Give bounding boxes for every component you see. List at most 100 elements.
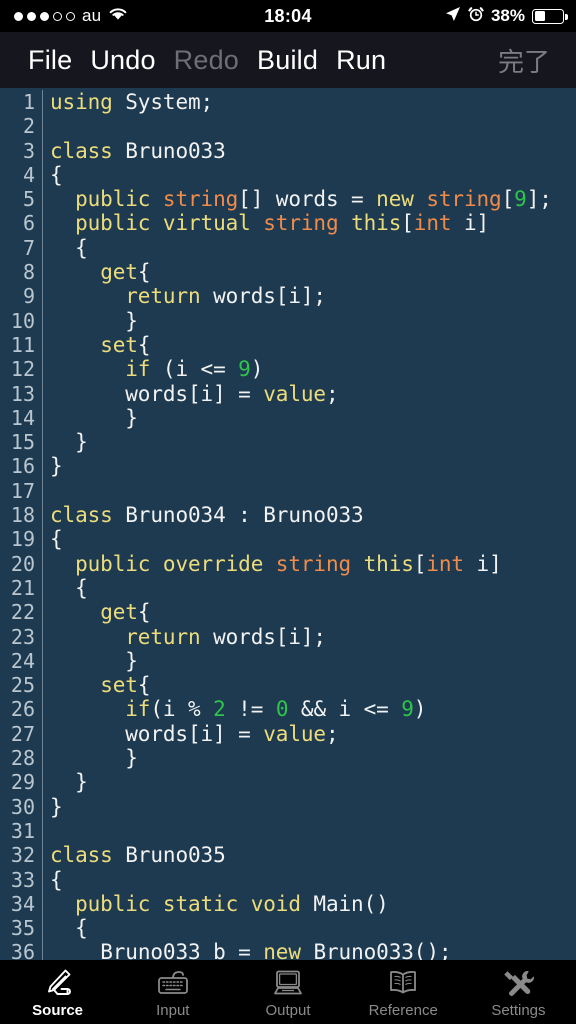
code-text[interactable]: } bbox=[50, 746, 138, 770]
line-number: 34 bbox=[10, 891, 35, 916]
code-line[interactable]: 9 return words[i]; bbox=[0, 284, 576, 309]
code-line[interactable]: 15 } bbox=[0, 430, 576, 455]
code-line[interactable]: 7 { bbox=[0, 235, 576, 261]
code-line[interactable]: 30} bbox=[0, 794, 576, 819]
tab-source[interactable]: Source bbox=[0, 960, 115, 1024]
code-line[interactable]: 28 } bbox=[0, 746, 576, 771]
code-text[interactable]: set{ bbox=[50, 673, 150, 697]
code-text[interactable]: { bbox=[50, 868, 63, 892]
code-text[interactable]: if(i % 2 != 0 && i <= 9) bbox=[50, 697, 426, 721]
code-text[interactable]: } bbox=[50, 795, 63, 819]
code-token: } bbox=[50, 648, 138, 673]
code-text[interactable]: public override string this[int i] bbox=[50, 552, 502, 576]
code-text[interactable]: public string[] words = new string[9]; bbox=[50, 187, 552, 211]
code-line[interactable]: 6 public virtual string this[int i] bbox=[0, 211, 576, 236]
line-number: 33 bbox=[10, 867, 35, 892]
code-line[interactable]: 26 if(i % 2 != 0 && i <= 9) bbox=[0, 697, 576, 722]
code-text[interactable]: class Bruno033 bbox=[50, 139, 226, 163]
code-line[interactable]: 27 words[i] = value; bbox=[0, 721, 576, 747]
code-text[interactable]: } bbox=[50, 770, 88, 794]
done-button[interactable]: 完了 bbox=[498, 42, 550, 79]
code-text[interactable]: if (i <= 9) bbox=[50, 357, 263, 381]
code-text[interactable]: words[i] = value; bbox=[50, 382, 338, 406]
code-text[interactable]: using System; bbox=[50, 90, 213, 114]
code-line[interactable]: 11 set{ bbox=[0, 332, 576, 358]
code-text[interactable]: Bruno033 b = new Bruno033(); bbox=[50, 940, 451, 960]
code-line[interactable]: 36 Bruno033 b = new Bruno033(); bbox=[0, 940, 576, 960]
code-line[interactable]: 10 } bbox=[0, 308, 576, 333]
code-token: set bbox=[100, 673, 138, 698]
code-line[interactable]: 35 { bbox=[0, 916, 576, 941]
code-line[interactable]: 33 { bbox=[0, 867, 576, 892]
code-line[interactable]: 2 bbox=[0, 114, 576, 139]
code-text[interactable]: return words[i]; bbox=[50, 625, 326, 649]
code-text[interactable]: public static void Main() bbox=[50, 892, 389, 916]
tab-output[interactable]: Output bbox=[230, 960, 345, 1024]
code-line[interactable]: 31 bbox=[0, 818, 576, 844]
gutter-rule bbox=[42, 162, 43, 188]
tab-input[interactable]: Input bbox=[115, 960, 230, 1024]
code-line[interactable]: 24 } bbox=[0, 648, 576, 674]
code-line[interactable]: 1 using System; bbox=[0, 90, 576, 115]
code-text[interactable]: return words[i]; bbox=[50, 284, 326, 308]
toolbar-button-file[interactable]: File bbox=[28, 45, 72, 76]
tab-settings[interactable]: Settings bbox=[461, 960, 576, 1024]
code-text[interactable]: { bbox=[50, 527, 63, 551]
code-line[interactable]: 21 { bbox=[0, 575, 576, 601]
code-line[interactable]: 8 get{ bbox=[0, 260, 576, 285]
code-line[interactable]: 13 words[i] = value; bbox=[0, 381, 576, 406]
code-text[interactable]: } bbox=[50, 406, 138, 430]
code-lines[interactable]: 1 using System; 2 3 class Bruno033 4{5 public… bbox=[0, 88, 576, 960]
code-line[interactable]: 20 public override string this[int i] bbox=[0, 551, 576, 576]
toolbar-button-run[interactable]: Run bbox=[336, 45, 386, 76]
code-token: int bbox=[413, 211, 452, 236]
code-line[interactable]: 16} bbox=[0, 454, 576, 479]
tab-label: Source bbox=[32, 1001, 84, 1019]
gutter-rule bbox=[42, 648, 43, 674]
code-line[interactable]: 18 class Bruno034 : Bruno033 bbox=[0, 503, 576, 528]
code-text[interactable]: { bbox=[50, 236, 88, 260]
code-line[interactable]: 23 return words[i]; bbox=[0, 624, 576, 649]
code-line[interactable]: 34 public static void Main() bbox=[0, 891, 576, 917]
code-text[interactable]: { bbox=[50, 163, 63, 187]
code-text[interactable]: class Bruno035 bbox=[50, 843, 226, 867]
gutter-rule bbox=[42, 187, 43, 212]
code-line[interactable]: 12 if (i <= 9) bbox=[0, 357, 576, 382]
code-token: 9 bbox=[514, 187, 527, 212]
code-line[interactable]: 4{ bbox=[0, 162, 576, 188]
code-token: class bbox=[50, 843, 126, 868]
code-line[interactable]: 19 { bbox=[0, 527, 576, 552]
code-line[interactable]: 25 set{ bbox=[0, 673, 576, 698]
code-line[interactable]: 3 class Bruno033 bbox=[0, 138, 576, 163]
line-number: 16 bbox=[10, 454, 35, 479]
gutter-rule bbox=[42, 891, 43, 917]
code-text[interactable]: get{ bbox=[50, 260, 150, 284]
code-text[interactable]: } bbox=[50, 430, 88, 454]
code-token: } bbox=[50, 746, 138, 771]
code-text[interactable]: class Bruno034 : Bruno033 bbox=[50, 503, 364, 527]
code-line[interactable]: 17 bbox=[0, 478, 576, 504]
code-token: System; bbox=[125, 90, 214, 114]
gutter-rule bbox=[42, 721, 43, 747]
code-line[interactable]: 14 } bbox=[0, 405, 576, 431]
toolbar-button-build[interactable]: Build bbox=[257, 45, 318, 76]
tab-reference[interactable]: Reference bbox=[346, 960, 461, 1024]
code-line[interactable]: 5 public string[] words = new string[9]; bbox=[0, 187, 576, 212]
code-text[interactable]: set{ bbox=[50, 333, 150, 357]
code-text[interactable]: public virtual string this[int i] bbox=[50, 211, 489, 235]
code-line[interactable]: 32 class Bruno035 bbox=[0, 843, 576, 868]
code-line[interactable]: 22 get{ bbox=[0, 600, 576, 625]
gutter-rule bbox=[42, 405, 43, 431]
code-editor[interactable]: 1 using System; 2 3 class Bruno033 4{5 public… bbox=[0, 88, 576, 960]
code-text[interactable]: } bbox=[50, 454, 63, 478]
code-line[interactable]: 29 } bbox=[0, 770, 576, 795]
code-text[interactable]: } bbox=[50, 649, 138, 673]
code-text[interactable]: { bbox=[50, 916, 88, 940]
code-text[interactable]: { bbox=[50, 576, 88, 600]
code-text[interactable]: get{ bbox=[50, 600, 150, 624]
code-text[interactable]: words[i] = value; bbox=[50, 722, 338, 746]
toolbar-button-undo[interactable]: Undo bbox=[90, 45, 155, 76]
code-text[interactable]: } bbox=[50, 309, 138, 333]
gutter-rule bbox=[42, 575, 43, 601]
